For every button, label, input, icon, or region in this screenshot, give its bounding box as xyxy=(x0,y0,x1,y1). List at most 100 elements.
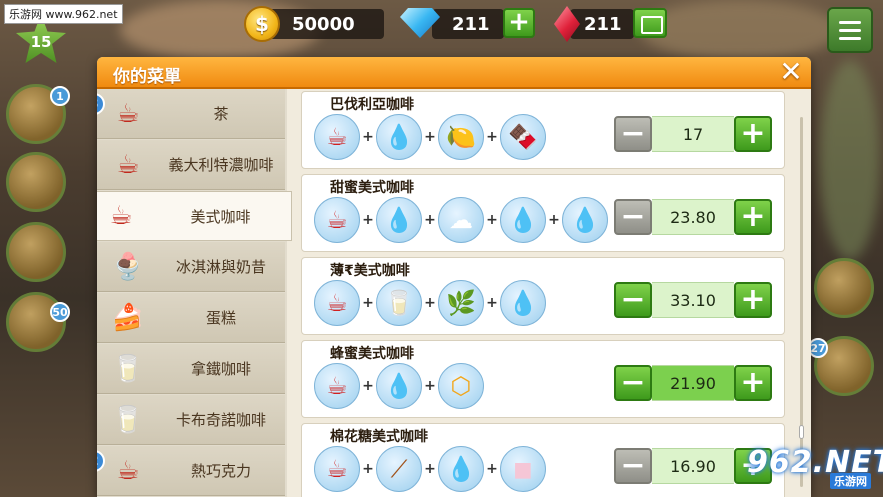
category-item[interactable]: ☕ 義大利特濃咖啡 xyxy=(97,140,285,190)
category-label: 蛋糕 xyxy=(205,309,236,327)
cake-icon: 🍰 xyxy=(111,302,145,333)
price-stepper: −17 + xyxy=(614,116,774,154)
category-item[interactable]: ☕ 熱巧克力 2 xyxy=(97,446,285,496)
site-watermark: 乐游网 www.962.net xyxy=(4,4,123,24)
caramel-drop-icon: 💧 xyxy=(438,446,484,492)
ingredient-row: ☕ + 💧 + 🍋 + 🍫 xyxy=(314,114,546,160)
ruby-amount: 211 xyxy=(584,13,622,35)
category-item[interactable]: 🥛 拿鐵咖啡 xyxy=(97,344,285,394)
recipe-name: 巴伐利亞咖啡 xyxy=(330,97,414,113)
category-label: 拿鐵咖啡 xyxy=(190,360,251,378)
category-item[interactable]: 🍨 冰淇淋與奶昔 xyxy=(97,242,285,292)
ingredient-plus-separator: + xyxy=(486,212,498,228)
decrease-price-button[interactable]: − xyxy=(614,199,652,235)
menu-dialog: 你的菜單 ✕ ☕ 茶 3 ☕ 義大利特濃咖啡 ☕ 美式咖啡 🍨 冰淇淋與奶昔 🍰 蛋糕 🥛 拿鐵咖啡 🥛 卡… xyxy=(97,57,811,497)
category-label: 美式咖啡 xyxy=(190,207,251,226)
category-item[interactable]: 🍰 蛋糕 xyxy=(97,293,285,343)
menu-line-icon xyxy=(839,21,861,24)
ingredient-plus-separator: + xyxy=(362,378,374,394)
increase-price-button[interactable]: + xyxy=(734,282,772,318)
category-badge: 3 xyxy=(97,93,105,115)
phone-button[interactable] xyxy=(6,222,66,282)
category-item[interactable]: 🥛 卡布奇諾咖啡 xyxy=(97,395,285,445)
milk-jug-icon: 🥛 xyxy=(376,280,422,326)
red-coffee-cup-icon: ☕ xyxy=(314,114,360,160)
recipe-name: 薄₹美式咖啡 xyxy=(330,263,410,279)
buy-gems-button[interactable]: + xyxy=(503,8,535,38)
price-value: 16.90 xyxy=(652,448,734,484)
red-coffee-cup-icon: ☕ xyxy=(314,446,360,492)
menu-line-icon xyxy=(839,37,861,40)
price-value: 33.10 xyxy=(652,282,734,318)
coffee-drop-icon: 💧 xyxy=(376,197,422,243)
lemon-slices-icon: 🍋 xyxy=(438,114,484,160)
increase-price-button[interactable]: + xyxy=(734,199,772,235)
marshmallow-icon: ◼ xyxy=(500,446,546,492)
recipe-book-badge: 1 xyxy=(50,86,70,106)
category-item[interactable]: ☕ 美式咖啡 xyxy=(97,191,292,241)
shop-button[interactable] xyxy=(633,8,667,38)
recipe-name: 蜂蜜美式咖啡 xyxy=(330,346,414,362)
chocolate-bar-icon: 🍫 xyxy=(500,114,546,160)
ingredient-row: ☕ + ⟋ + 💧 + ◼ xyxy=(314,446,546,492)
coffee-drop-icon: 💧 xyxy=(376,363,422,409)
price-stepper: −21.90 + xyxy=(614,365,774,403)
tea-cup-icon: ☕ xyxy=(116,98,140,129)
category-label: 義大利特濃咖啡 xyxy=(168,156,274,174)
dialog-title: 你的菜單 xyxy=(113,67,181,87)
ingredient-plus-separator: + xyxy=(424,461,436,477)
recipe-name: 甜蜜美式咖啡 xyxy=(330,180,414,196)
decrease-price-button[interactable]: − xyxy=(614,448,652,484)
recipe-card: 蜂蜜美式咖啡 ☕ + 💧 + ⬡ −21.90 + xyxy=(301,340,785,418)
ingredient-plus-separator: + xyxy=(424,129,436,145)
recipe-card: 巴伐利亞咖啡 ☕ + 💧 + 🍋 + 🍫 −17 + xyxy=(301,91,785,169)
cinnamon-sticks-icon: ⟋ xyxy=(376,446,422,492)
syrup-drop-icon: 💧 xyxy=(562,197,608,243)
gem-amount: 211 xyxy=(452,13,490,35)
category-badge: 2 xyxy=(97,450,105,472)
dialog-header: 你的菜單 ✕ xyxy=(97,57,811,89)
whipped-cream-icon: ☁ xyxy=(438,197,484,243)
close-button[interactable]: ✕ xyxy=(777,58,805,87)
map-button[interactable] xyxy=(814,258,874,318)
category-item[interactable]: ☕ 茶 3 xyxy=(97,89,285,139)
recipe-scroll-thumb[interactable] xyxy=(799,425,804,439)
ingredient-row: ☕ + 💧 + ☁ + 💧 + 💧 xyxy=(314,197,608,243)
price-value: 21.90 xyxy=(652,365,734,401)
coin-counter: 50000 xyxy=(262,9,384,39)
main-menu-button[interactable] xyxy=(827,7,873,53)
category-label: 卡布奇諾咖啡 xyxy=(175,411,266,429)
category-list: ☕ 茶 3 ☕ 義大利特濃咖啡 ☕ 美式咖啡 🍨 冰淇淋與奶昔 🍰 蛋糕 🥛 拿鐵咖啡 🥛 卡布奇諾咖啡 ☕ 熱… xyxy=(97,89,292,497)
ice-cream-icon: 🍨 xyxy=(111,251,145,282)
increase-price-button[interactable]: + xyxy=(734,116,772,152)
decrease-price-button[interactable]: − xyxy=(614,116,652,152)
cappuccino-glass-icon: 🥛 xyxy=(111,404,145,435)
brand-watermark-small: 乐游网 xyxy=(830,473,871,489)
menu-line-icon xyxy=(839,29,861,32)
espresso-cup-icon: ☕ xyxy=(116,149,140,180)
ingredient-plus-separator: + xyxy=(424,295,436,311)
ingredient-plus-separator: + xyxy=(424,378,436,394)
gem-counter: 211 xyxy=(432,9,504,39)
recipe-card: 棉花糖美式咖啡 ☕ + ⟋ + 💧 + ◼ −16.90 + xyxy=(301,423,785,497)
increase-price-button[interactable]: + xyxy=(734,365,772,401)
decrease-price-button[interactable]: − xyxy=(614,365,652,401)
mint-leaves-icon: 🌿 xyxy=(438,280,484,326)
red-coffee-cup-icon: ☕ xyxy=(314,363,360,409)
red-coffee-cup-icon: ☕ xyxy=(314,280,360,326)
ingredient-plus-separator: + xyxy=(548,212,560,228)
category-label: 熱巧克力 xyxy=(190,462,251,480)
decrease-price-button[interactable]: − xyxy=(614,282,652,318)
category-label: 茶 xyxy=(213,105,229,123)
brand-watermark: 962.NET 乐游网 xyxy=(747,445,883,489)
gift-button[interactable] xyxy=(6,292,66,352)
coffee-drop-icon: 💧 xyxy=(376,114,422,160)
ingredients-bowl-button[interactable] xyxy=(6,152,66,212)
coin-icon: $ xyxy=(244,6,280,42)
ingredient-plus-separator: + xyxy=(486,129,498,145)
price-value: 23.80 xyxy=(652,199,734,235)
americano-cup-icon: ☕ xyxy=(109,201,133,231)
ingredient-plus-separator: + xyxy=(486,461,498,477)
caramel-drop-icon: 💧 xyxy=(500,197,546,243)
latte-glass-icon: 🥛 xyxy=(111,353,145,384)
